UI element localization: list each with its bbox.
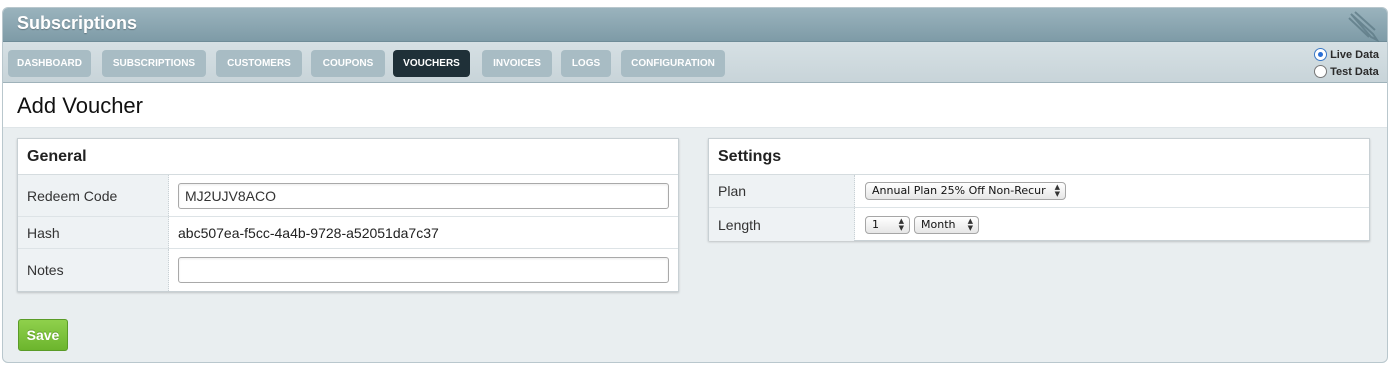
- test-data-radio[interactable]: [1314, 65, 1328, 78]
- hash-value: abc507ea-f5cc-4a4b-9728-a52051da7c37: [178, 224, 439, 241]
- app-window: Subscriptions DASHBOARD SUBSCRIPTIONS CU…: [2, 7, 1388, 363]
- length-amount-select[interactable]: 1 ▲ ▼: [865, 215, 910, 234]
- pen-icon: [1348, 11, 1380, 42]
- plan-select-value: Annual Plan 25% Off Non-Recur: [872, 184, 1046, 197]
- length-cell: 1 ▲ ▼ Month ▲ ▼: [865, 208, 1369, 241]
- tab-invoices[interactable]: INVOICES: [482, 50, 552, 77]
- length-row: Length 1 ▲ ▼ Month ▲ ▼: [709, 208, 1369, 241]
- page-title: Add Voucher: [17, 93, 143, 118]
- length-amount-value: 1: [872, 217, 879, 231]
- tab-configuration[interactable]: CONFIGURATION: [621, 50, 725, 77]
- main-nav: DASHBOARD SUBSCRIPTIONS CUSTOMERS COUPON…: [3, 42, 1387, 83]
- live-data-option[interactable]: Live Data: [1314, 46, 1379, 63]
- length-label: Length: [709, 208, 855, 241]
- general-panel: General Redeem Code Hash abc507ea-f5cc-4…: [17, 138, 679, 292]
- plan-select[interactable]: Annual Plan 25% Off Non-Recur ▲ ▼: [865, 182, 1066, 200]
- redeem-code-cell: [178, 175, 678, 216]
- plan-cell: Annual Plan 25% Off Non-Recur ▲ ▼: [865, 175, 1369, 207]
- test-data-option[interactable]: Test Data: [1314, 63, 1379, 80]
- select-arrows-icon: ▲ ▼: [898, 216, 904, 232]
- settings-panel: Settings Plan Annual Plan 25% Off Non-Re…: [708, 138, 1370, 241]
- notes-cell: [178, 249, 678, 291]
- page-header: Add Voucher: [3, 83, 1387, 128]
- select-arrows-icon: ▲ ▼: [967, 216, 973, 232]
- settings-panel-title: Settings: [709, 139, 1369, 175]
- tab-vouchers[interactable]: VOUCHERS: [393, 50, 470, 77]
- live-data-label: Live Data: [1330, 48, 1379, 61]
- app-title: Subscriptions: [17, 13, 138, 33]
- notes-row: Notes: [18, 249, 678, 291]
- plan-label: Plan: [709, 175, 855, 207]
- title-bar: Subscriptions: [3, 8, 1387, 42]
- data-mode-switch: Live Data Test Data: [1314, 46, 1379, 80]
- hash-row: Hash abc507ea-f5cc-4a4b-9728-a52051da7c3…: [18, 217, 678, 249]
- tab-customers[interactable]: CUSTOMERS: [216, 50, 302, 77]
- plan-row: Plan Annual Plan 25% Off Non-Recur ▲ ▼: [709, 175, 1369, 208]
- general-panel-title: General: [18, 139, 678, 175]
- redeem-code-row: Redeem Code: [18, 175, 678, 217]
- redeem-code-label: Redeem Code: [18, 175, 169, 216]
- tab-dashboard[interactable]: DASHBOARD: [8, 50, 91, 77]
- tab-subscriptions[interactable]: SUBSCRIPTIONS: [102, 50, 206, 77]
- length-unit-value: Month: [921, 217, 956, 231]
- hash-label: Hash: [18, 217, 169, 248]
- tab-logs[interactable]: LOGS: [561, 50, 611, 77]
- test-data-label: Test Data: [1330, 65, 1379, 78]
- save-button[interactable]: Save: [18, 319, 68, 351]
- redeem-code-input[interactable]: [178, 182, 669, 209]
- notes-label: Notes: [18, 249, 169, 291]
- live-data-radio[interactable]: [1314, 48, 1328, 61]
- length-unit-select[interactable]: Month ▲ ▼: [914, 215, 979, 234]
- select-arrows-icon: ▲ ▼: [1054, 183, 1060, 198]
- notes-input[interactable]: [178, 257, 669, 283]
- tab-coupons[interactable]: COUPONS: [311, 50, 385, 77]
